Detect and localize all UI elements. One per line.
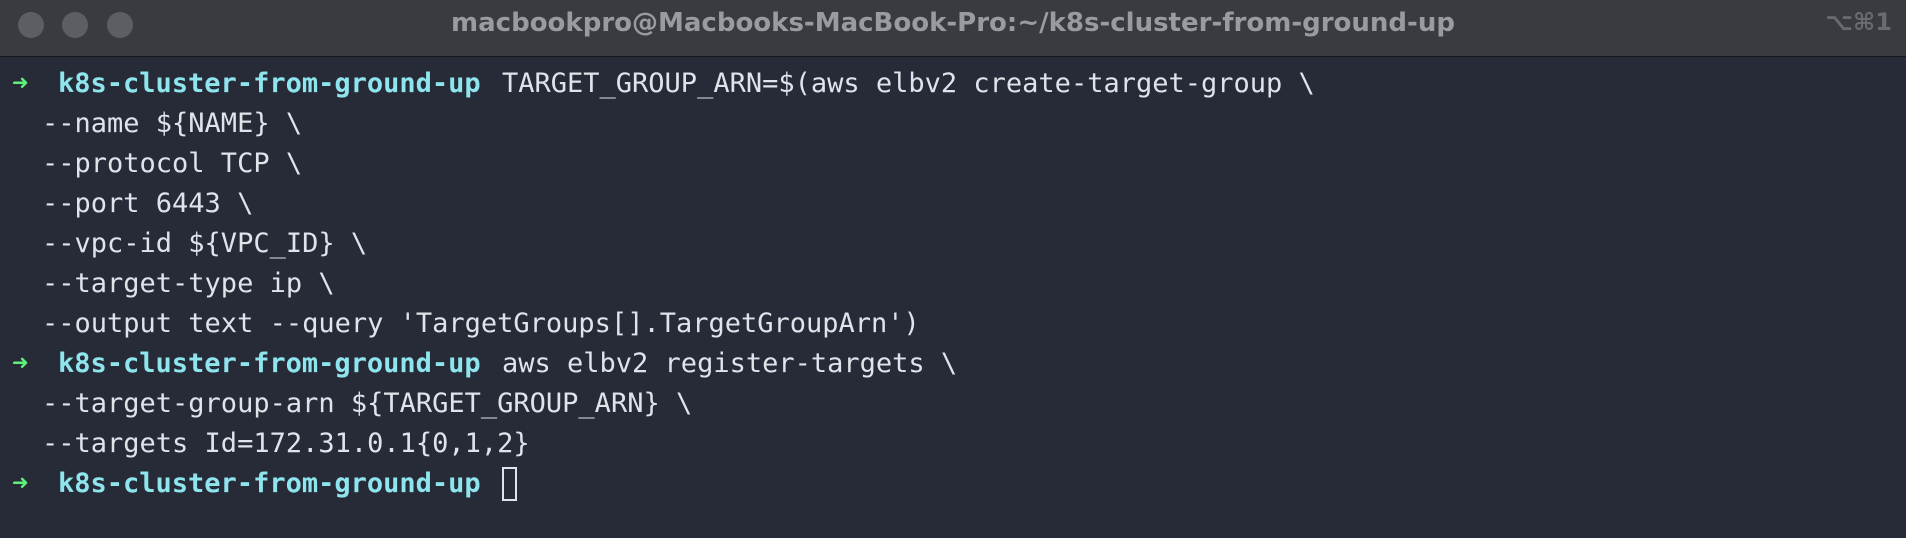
command-continuation-text: --output text --query 'TargetGroups[].Ta… [42, 308, 920, 339]
continuation-line: --output text --query 'TargetGroups[].Ta… [0, 304, 1906, 344]
continuation-line: --port 6443 \ [0, 184, 1906, 224]
continuation-line: --target-type ip \ [0, 264, 1906, 304]
continuation-line: --targets Id=172.31.0.1{0,1,2} [0, 424, 1906, 464]
terminal-output[interactable]: ➜ k8s-cluster-from-ground-up TARGET_GROUP_… [0, 64, 1906, 538]
command-text: aws elbv2 register-targets \ [502, 348, 958, 379]
command-continuation-text: --targets Id=172.31.0.1{0,1,2} [42, 428, 530, 459]
command-continuation-text: --target-type ip \ [42, 268, 335, 299]
prompt-arrow-icon: ➜ [12, 68, 29, 99]
prompt-arrow-icon: ➜ [12, 348, 29, 379]
title-bar[interactable]: macbookpro@Macbooks-MacBook-Pro:~/k8s-cl… [0, 0, 1906, 57]
command-text: TARGET_GROUP_ARN=$(aws elbv2 create-targ… [502, 68, 1315, 99]
prompt-arrow-icon: ➜ [12, 468, 29, 499]
text-cursor[interactable] [502, 467, 517, 501]
continuation-line: --vpc-id ${VPC_ID} \ [0, 224, 1906, 264]
command-continuation-text: --target-group-arn ${TARGET_GROUP_ARN} \ [42, 388, 693, 419]
command-continuation-text: --vpc-id ${VPC_ID} \ [42, 228, 368, 259]
window-shortcut: ⌥⌘1 [1825, 8, 1892, 36]
prompt-line: ➜ k8s-cluster-from-ground-up [0, 464, 1906, 504]
continuation-line: --protocol TCP \ [0, 144, 1906, 184]
terminal-window: macbookpro@Macbooks-MacBook-Pro:~/k8s-cl… [0, 0, 1906, 538]
prompt-line: ➜ k8s-cluster-from-ground-up aws elbv2 reg… [0, 344, 1906, 384]
prompt-directory: k8s-cluster-from-ground-up [58, 468, 481, 499]
continuation-line: --target-group-arn ${TARGET_GROUP_ARN} \ [0, 384, 1906, 424]
window-title: macbookpro@Macbooks-MacBook-Pro:~/k8s-cl… [451, 8, 1455, 38]
command-continuation-text: --name ${NAME} \ [42, 108, 303, 139]
prompt-directory: k8s-cluster-from-ground-up [58, 348, 481, 379]
prompt-line: ➜ k8s-cluster-from-ground-up TARGET_GROUP_… [0, 64, 1906, 104]
continuation-line: --name ${NAME} \ [0, 104, 1906, 144]
command-continuation-text: --protocol TCP \ [42, 148, 303, 179]
prompt-directory: k8s-cluster-from-ground-up [58, 68, 481, 99]
command-continuation-text: --port 6443 \ [42, 188, 254, 219]
